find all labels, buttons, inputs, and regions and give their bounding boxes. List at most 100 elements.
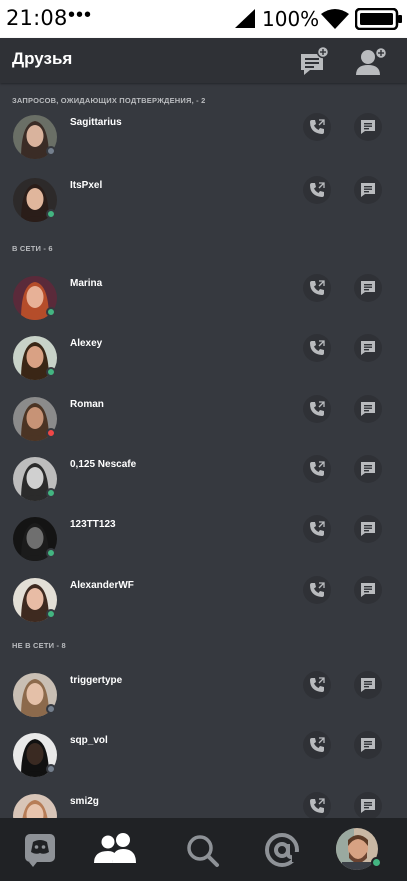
signal-icon xyxy=(235,9,255,28)
status-indicator xyxy=(46,428,56,438)
friend-name[interactable]: triggertype xyxy=(70,675,122,686)
chat-icon xyxy=(361,183,375,197)
friend-row[interactable]: 123TT123 xyxy=(0,515,407,575)
message-button[interactable] xyxy=(354,731,382,759)
call-icon xyxy=(310,798,325,813)
friend-row[interactable]: Roman xyxy=(0,395,407,455)
call-icon xyxy=(310,401,325,416)
nav-search[interactable] xyxy=(184,830,222,870)
new-message-icon xyxy=(301,45,330,75)
friend-name[interactable]: 123TT123 xyxy=(70,519,116,530)
friend-name[interactable]: AlexanderWF xyxy=(70,580,134,591)
chat-icon xyxy=(361,281,375,295)
message-button[interactable] xyxy=(354,515,382,543)
status-notification-dots: ••• xyxy=(68,4,93,26)
call-button[interactable] xyxy=(303,731,331,759)
avatar[interactable] xyxy=(13,397,57,441)
call-button[interactable] xyxy=(303,671,331,699)
friend-name[interactable]: Sagittarius xyxy=(70,117,122,128)
message-button[interactable] xyxy=(354,334,382,362)
call-button[interactable] xyxy=(303,576,331,604)
nav-profile[interactable] xyxy=(336,828,382,870)
call-icon xyxy=(310,677,325,692)
avatar[interactable] xyxy=(13,457,57,501)
avatar[interactable] xyxy=(13,673,57,717)
call-icon xyxy=(310,182,325,197)
friend-name[interactable]: smi2g xyxy=(70,796,99,807)
friend-name[interactable]: ItsPxel xyxy=(70,180,102,191)
battery-icon xyxy=(355,8,402,30)
chat-icon xyxy=(361,583,375,597)
message-button[interactable] xyxy=(354,176,382,204)
call-icon xyxy=(310,280,325,295)
friend-name[interactable]: 0,125 Nescafe xyxy=(70,459,136,470)
friend-row[interactable]: Alexey xyxy=(0,334,407,394)
section-header-online: В СЕТИ - 6 xyxy=(12,244,53,253)
friend-row[interactable]: sqp_vol xyxy=(0,731,407,791)
friend-name[interactable]: Marina xyxy=(70,278,102,289)
friend-row[interactable]: ItsPxel xyxy=(0,176,407,236)
avatar[interactable] xyxy=(13,517,57,561)
home-icon xyxy=(25,834,55,867)
avatar[interactable] xyxy=(13,178,57,222)
message-button[interactable] xyxy=(354,395,382,423)
message-button[interactable] xyxy=(354,113,382,141)
avatar[interactable] xyxy=(13,336,57,380)
call-icon xyxy=(310,737,325,752)
status-bar: 21:08 ••• 100% xyxy=(0,0,407,38)
friends-icon xyxy=(94,833,136,863)
status-indicator xyxy=(46,488,56,498)
avatar[interactable] xyxy=(13,733,57,777)
status-indicator xyxy=(46,548,56,558)
call-icon xyxy=(310,521,325,536)
avatar[interactable] xyxy=(13,276,57,320)
avatar[interactable] xyxy=(13,115,57,159)
nav-mentions[interactable] xyxy=(262,830,302,870)
page-title: Друзья xyxy=(12,49,73,68)
call-button[interactable] xyxy=(303,395,331,423)
search-icon xyxy=(187,835,219,867)
call-button[interactable] xyxy=(303,176,331,204)
friend-row[interactable]: Sagittarius xyxy=(0,113,407,173)
call-icon xyxy=(310,340,325,355)
bottom-navigation xyxy=(0,818,407,881)
chat-icon xyxy=(361,120,375,134)
friend-name[interactable]: sqp_vol xyxy=(70,735,108,746)
mentions-icon xyxy=(265,833,300,867)
friend-row[interactable]: 0,125 Nescafe xyxy=(0,455,407,515)
status-indicator xyxy=(46,764,56,774)
call-icon xyxy=(310,582,325,597)
add-friend-icon xyxy=(356,46,388,75)
message-button[interactable] xyxy=(354,671,382,699)
friend-name[interactable]: Alexey xyxy=(70,338,102,349)
message-button[interactable] xyxy=(354,455,382,483)
section-header-pending: ЗАПРОСОВ, ОЖИДАЮЩИХ ПОДТВЕРЖДЕНИЯ, - 2 xyxy=(12,96,206,105)
call-button[interactable] xyxy=(303,455,331,483)
chat-icon xyxy=(361,738,375,752)
friend-row[interactable]: triggertype xyxy=(0,671,407,731)
status-indicator xyxy=(46,609,56,619)
friend-row[interactable]: AlexanderWF xyxy=(0,576,407,636)
nav-friends[interactable] xyxy=(90,830,142,870)
friend-row[interactable]: Marina xyxy=(0,274,407,334)
chat-icon xyxy=(361,799,375,813)
nav-home[interactable] xyxy=(23,830,59,870)
call-button[interactable] xyxy=(303,113,331,141)
status-indicator xyxy=(46,367,56,377)
profile-status-dot xyxy=(371,857,382,868)
message-button[interactable] xyxy=(354,576,382,604)
chat-icon xyxy=(361,462,375,476)
chat-icon xyxy=(361,402,375,416)
add-friend-button[interactable] xyxy=(354,46,388,76)
avatar[interactable] xyxy=(13,578,57,622)
message-button[interactable] xyxy=(354,274,382,302)
call-button[interactable] xyxy=(303,515,331,543)
message-button[interactable] xyxy=(354,792,382,820)
call-button[interactable] xyxy=(303,792,331,820)
new-message-button[interactable] xyxy=(298,45,330,76)
status-time: 21:08 xyxy=(6,6,68,30)
friend-name[interactable]: Roman xyxy=(70,399,104,410)
app-header: Друзья xyxy=(0,38,407,83)
call-button[interactable] xyxy=(303,274,331,302)
call-button[interactable] xyxy=(303,334,331,362)
